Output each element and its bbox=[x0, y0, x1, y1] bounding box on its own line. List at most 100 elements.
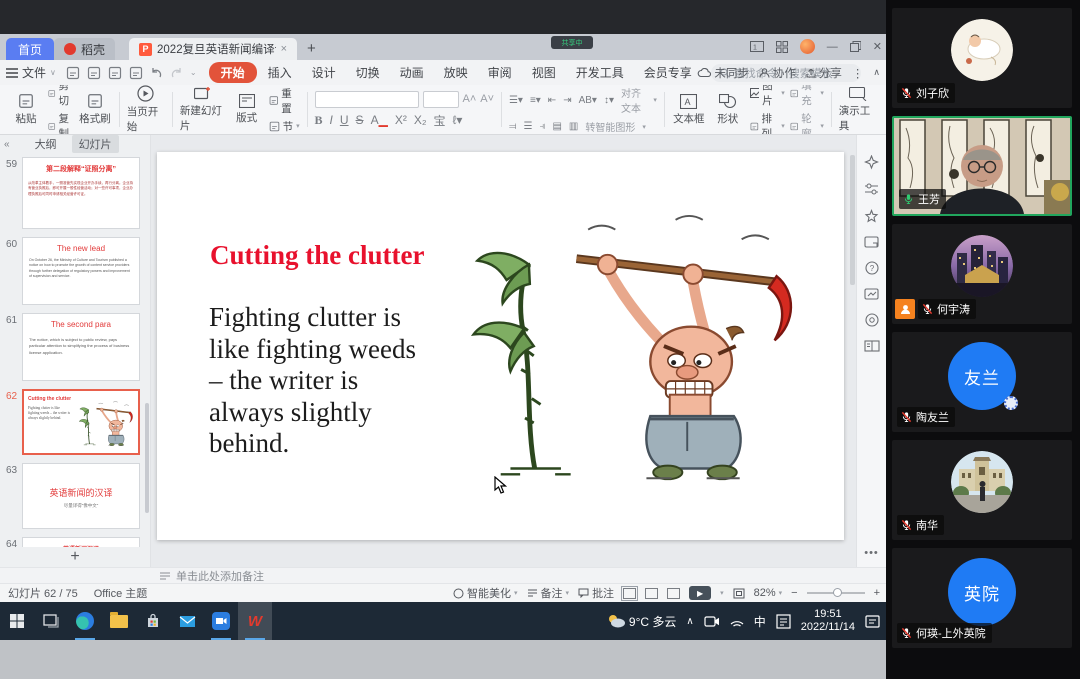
align-left-button[interactable]: ⫤ bbox=[509, 121, 517, 132]
collapse-ribbon-icon[interactable]: ∧ bbox=[873, 67, 880, 78]
highlight-button[interactable]: ℓ▾ bbox=[453, 113, 463, 127]
smart-graphic-button[interactable]: 转智能图形 bbox=[585, 119, 635, 134]
tray-video-icon[interactable] bbox=[704, 616, 720, 627]
line-spacing-button[interactable]: ↕▾ bbox=[604, 95, 614, 106]
slide-thumb-64[interactable]: 64 英语新闻汉译 bbox=[0, 537, 150, 547]
undo-icon[interactable] bbox=[150, 67, 163, 79]
layout-mode-icon[interactable]: 1 bbox=[750, 41, 764, 52]
task-view-button[interactable] bbox=[34, 602, 68, 640]
editor-scrollbar[interactable] bbox=[850, 155, 855, 285]
paste-button[interactable]: 粘贴 bbox=[9, 93, 43, 126]
bold-button[interactable]: B bbox=[315, 113, 323, 128]
help-icon[interactable]: ? bbox=[865, 261, 879, 275]
grow-font-icon[interactable]: A˄ bbox=[463, 93, 477, 105]
section-button[interactable]: 节▾ bbox=[269, 119, 300, 134]
menu-review[interactable]: 审阅 bbox=[479, 62, 521, 83]
indent-increase-button[interactable]: ⇥ bbox=[563, 95, 571, 106]
start-button[interactable] bbox=[0, 602, 34, 640]
notes-toggle-button[interactable]: 备注▾ bbox=[527, 585, 570, 601]
participant-tile-4[interactable]: 友兰 陶友兰 bbox=[892, 332, 1072, 432]
tab-slides[interactable]: 幻灯片 bbox=[72, 135, 119, 153]
new-slide-button[interactable]: 新建幻灯片 bbox=[180, 86, 225, 133]
presentation-tools-button[interactable]: 演示工具 bbox=[839, 87, 877, 133]
collaborate-button[interactable]: 协作 bbox=[759, 65, 796, 81]
notification-center-icon[interactable] bbox=[865, 615, 880, 628]
slide-sorter-view-button[interactable] bbox=[645, 588, 658, 599]
restore-button[interactable] bbox=[850, 41, 861, 52]
bullets-button[interactable]: ☰▾ bbox=[509, 95, 523, 106]
export-panel-icon[interactable] bbox=[864, 288, 879, 300]
thumb-scrollbar[interactable] bbox=[145, 403, 149, 513]
play-options-icon[interactable]: ▾ bbox=[720, 589, 724, 597]
menu-member[interactable]: 会员专享 bbox=[635, 62, 701, 83]
cut-button[interactable]: 剪切 bbox=[48, 85, 73, 108]
preview-icon[interactable] bbox=[129, 66, 143, 80]
reset-slide-button[interactable]: 重置 bbox=[269, 86, 300, 116]
zoom-slider[interactable] bbox=[807, 592, 865, 594]
skin-settings-icon[interactable] bbox=[865, 313, 879, 327]
close-tab-icon[interactable]: × bbox=[281, 43, 287, 55]
font-color-button[interactable]: A▁ bbox=[371, 113, 388, 127]
play-from-current-button[interactable]: 当页开始 bbox=[127, 85, 165, 134]
numbering-button[interactable]: ≡▾ bbox=[530, 95, 541, 106]
picture-button[interactable]: 图片▾ bbox=[750, 85, 785, 108]
minimize-button[interactable]: — bbox=[827, 41, 838, 53]
reading-view-button[interactable] bbox=[667, 588, 680, 599]
taskbar-mail-icon[interactable] bbox=[170, 602, 204, 640]
collapse-panel-icon[interactable]: « bbox=[4, 139, 10, 150]
slide-thumb-61[interactable]: 61 The second para The notice, which is … bbox=[0, 313, 150, 381]
shapes-button[interactable]: 形状 bbox=[711, 94, 745, 126]
tab-document[interactable]: P 2022复旦英语新闻编译讲座.pptx × bbox=[129, 38, 297, 60]
slide-editor[interactable]: Cutting the clutter Fighting clutter is … bbox=[151, 135, 856, 567]
screen-share-indicator[interactable]: 共享中 bbox=[551, 36, 593, 49]
tray-network-icon[interactable] bbox=[730, 616, 744, 627]
tab-home[interactable]: 首页 bbox=[6, 38, 54, 60]
normal-view-button[interactable] bbox=[623, 588, 636, 599]
subscript-button[interactable]: X₂ bbox=[414, 113, 427, 127]
tab-docer[interactable]: 稻壳 bbox=[54, 38, 115, 60]
slide-thumb-60[interactable]: 60 The new lead On October 26, the Minis… bbox=[0, 237, 150, 305]
participant-tile-1[interactable]: 刘子欣 bbox=[892, 8, 1072, 108]
tab-outline[interactable]: 大纲 bbox=[28, 135, 64, 153]
char-spacing-button[interactable]: 宝 bbox=[433, 112, 445, 129]
participant-tile-6[interactable]: 英院 何瑛-上外英院 bbox=[892, 548, 1072, 648]
indent-decrease-button[interactable]: ⇤ bbox=[548, 95, 556, 106]
beautify-icon[interactable] bbox=[864, 155, 879, 170]
zoom-level[interactable]: 82%▾ bbox=[754, 587, 783, 599]
new-tab-button[interactable]: + bbox=[307, 40, 316, 60]
menu-design[interactable]: 设计 bbox=[303, 62, 345, 83]
properties-icon[interactable] bbox=[864, 183, 879, 196]
more-menu-icon[interactable]: ⋮ bbox=[852, 66, 864, 80]
menu-insert[interactable]: 插入 bbox=[259, 62, 301, 83]
zoom-out-button[interactable]: − bbox=[791, 587, 797, 599]
slide-title[interactable]: Cutting the clutter bbox=[210, 240, 424, 271]
print-icon[interactable] bbox=[108, 66, 122, 80]
participant-tile-5[interactable]: 南华 bbox=[892, 440, 1072, 540]
qa-dropdown-icon[interactable]: ⌄ bbox=[190, 68, 197, 77]
align-right-button[interactable]: ⫣ bbox=[539, 121, 545, 132]
slide-cartoon-image[interactable] bbox=[442, 214, 812, 486]
redo-icon[interactable] bbox=[170, 67, 183, 79]
fill-button[interactable]: 填充▾ bbox=[790, 85, 824, 108]
file-menu[interactable]: 文件 ∨ bbox=[6, 64, 56, 81]
fit-window-icon[interactable] bbox=[733, 588, 745, 599]
slide-thumb-63[interactable]: 63 英语新闻的汉译 尽量译得“像中文” bbox=[0, 463, 150, 529]
font-size-select[interactable] bbox=[423, 91, 459, 108]
menu-devtools[interactable]: 开发工具 bbox=[567, 62, 633, 83]
save-icon[interactable] bbox=[66, 66, 80, 80]
read-mode-icon[interactable] bbox=[864, 340, 880, 352]
comments-button[interactable]: 批注 bbox=[578, 585, 614, 601]
taskbar-wps-icon[interactable]: W bbox=[238, 602, 272, 640]
copy-button[interactable]: 复制 bbox=[48, 111, 73, 135]
zoom-in-button[interactable]: + bbox=[874, 587, 880, 599]
taskbar-meeting-icon[interactable] bbox=[204, 602, 238, 640]
theme-name[interactable]: Office 主题 bbox=[94, 585, 148, 601]
shrink-font-icon[interactable]: A˅ bbox=[480, 93, 494, 105]
participant-tile-3[interactable]: 何宇涛 bbox=[892, 224, 1072, 324]
arrange-button[interactable]: 排列▾ bbox=[750, 111, 785, 135]
slide-body-text[interactable]: Fighting clutter is like fighting weeds … bbox=[209, 302, 431, 460]
superscript-button[interactable]: X² bbox=[395, 113, 407, 127]
menu-start[interactable]: 开始 bbox=[209, 62, 257, 83]
align-center-button[interactable]: ☰ bbox=[524, 121, 533, 132]
animation-pane-icon[interactable] bbox=[864, 209, 879, 223]
